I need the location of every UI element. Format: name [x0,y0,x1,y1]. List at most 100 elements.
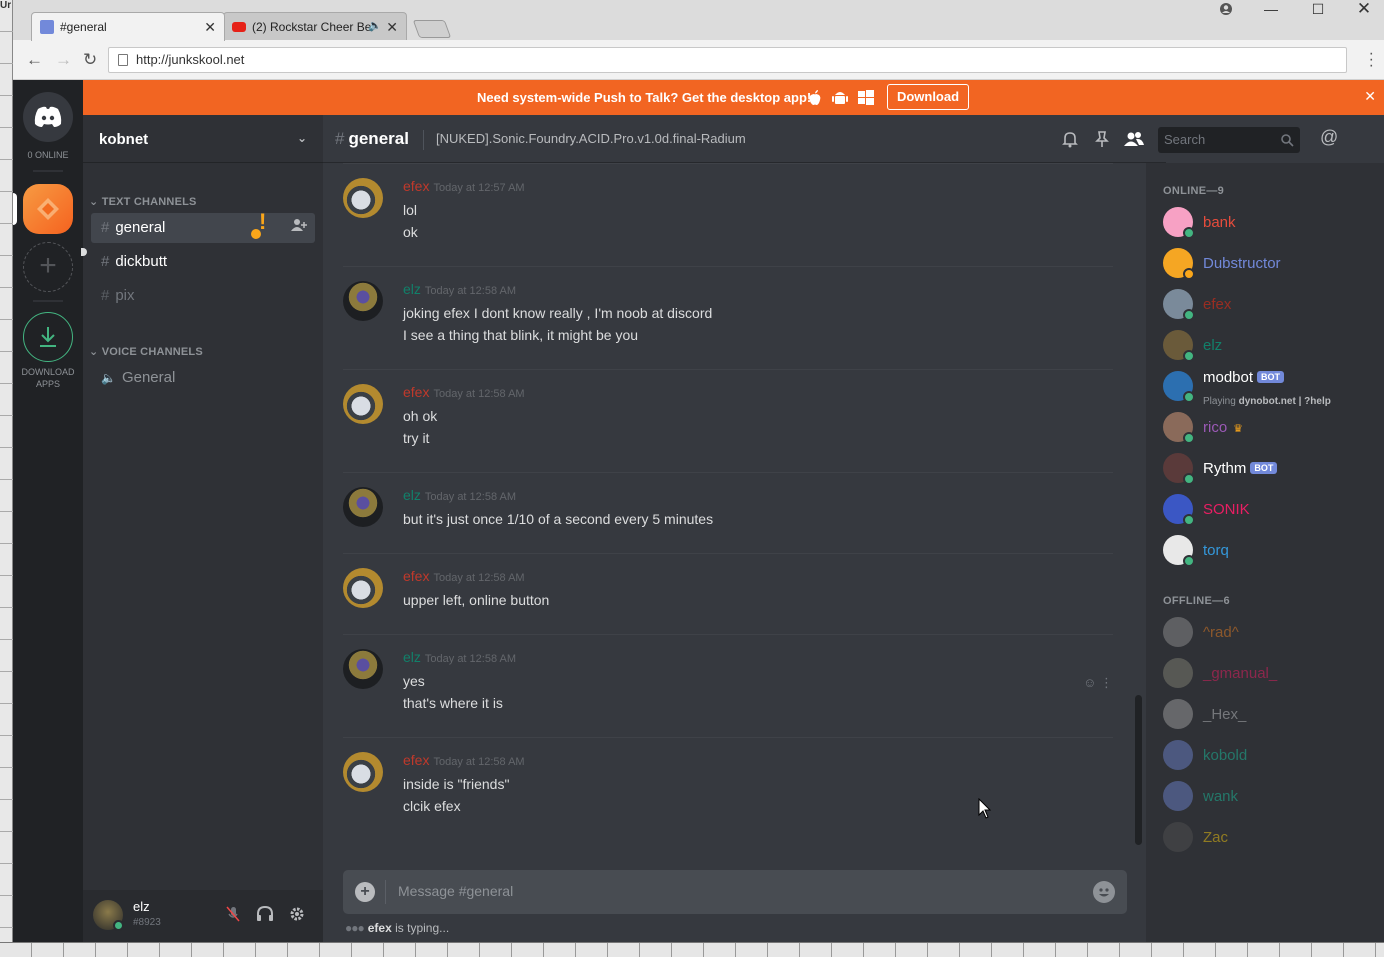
tab-general[interactable]: #general ✕ [31,12,225,41]
channel-dickbutt[interactable]: # dickbutt [91,247,315,277]
message-input[interactable]: Message #general [398,883,513,899]
status-online-icon [113,920,124,931]
member-item[interactable]: rico ♛ [1163,408,1373,448]
status-icon [1183,350,1195,362]
guild-sidebar: 0 ONLINE + DOWNLOAD APPS [13,80,83,942]
guild-separator [33,300,63,302]
minimize-button[interactable]: — [1257,0,1285,20]
android-icon[interactable] [831,89,849,107]
forward-button[interactable]: → [55,50,72,70]
server-header[interactable]: kobnet ⌄ [83,115,323,163]
channel-topic[interactable]: [NUKED].Sonic.Foundry.ACID.Pro.v1.0d.fin… [423,130,746,150]
message[interactable]: efex Today at 12:57 AM lol ok [343,163,1113,257]
member-item[interactable]: torq [1163,531,1373,571]
member-item[interactable]: efex [1163,285,1373,325]
scrollbar[interactable] [1135,695,1142,845]
desktop-left-edge [0,0,13,957]
message-author[interactable]: efex Today at 12:57 AM [403,178,525,194]
member-item[interactable]: Rythm BOT [1163,449,1373,489]
member-item[interactable]: SONIK [1163,490,1373,530]
avatar[interactable] [343,384,383,424]
channel-general[interactable]: # general ! [91,209,315,243]
bell-icon[interactable] [1060,129,1080,149]
banner-close-icon[interactable]: ✕ [1364,88,1376,105]
kobnet-guild-icon [37,198,59,220]
bot-badge: BOT [1250,462,1278,474]
message-text: yes [403,673,425,689]
member-item[interactable]: Dubstructor [1163,244,1373,284]
message-text: inside is "friends" [403,776,510,792]
member-item[interactable]: modbot BOT Playing dynobot.net | ?help [1163,367,1373,407]
avatar[interactable] [343,281,383,321]
download-apps-button[interactable] [23,312,73,362]
category-text-channels[interactable]: ⌄ TEXT CHANNELS [89,195,197,208]
window-close-button[interactable]: ✕ [1350,0,1378,20]
member-item[interactable]: ^rad^ [1163,613,1373,653]
chevron-down-icon[interactable]: ⌄ [297,131,307,145]
apple-icon[interactable] [806,89,824,107]
member-item[interactable]: elz [1163,326,1373,366]
message-author[interactable]: efex Today at 12:58 AM [403,384,525,400]
mute-icon[interactable] [223,904,243,924]
message[interactable]: elz Today at 12:58 AM joking efex I dont k… [343,266,1113,360]
member-item[interactable]: wank [1163,777,1373,817]
members-icon[interactable] [1122,129,1146,149]
mentions-icon[interactable]: @ [1320,127,1338,148]
reload-button[interactable]: ↻ [83,50,97,70]
create-invite-icon[interactable] [291,213,307,243]
message-author[interactable]: efex Today at 12:58 AM [403,568,525,584]
profile-icon[interactable] [1212,2,1240,22]
download-button[interactable]: Download [887,84,969,110]
home-button[interactable] [23,92,73,142]
online-count[interactable]: 0 ONLINE [13,150,83,160]
voice-channel-general[interactable]: 🔈 General [91,363,315,393]
avatar[interactable] [343,752,383,792]
address-bar[interactable]: http://junkskool.net [108,47,1347,73]
add-reaction-icon[interactable]: ☺ [1083,675,1096,690]
message-author[interactable]: elz Today at 12:58 AM [403,649,516,665]
headphones-icon[interactable] [255,904,275,924]
tab-youtube[interactable]: (2) Rockstar Cheer Be 🔈 ✕ [223,12,407,41]
message-actions[interactable]: ☺ ⋮ [1083,675,1113,691]
message[interactable]: efex Today at 12:58 AM oh ok try it [343,369,1113,463]
desktop-corner-text: Ur [0,0,12,11]
message[interactable]: elz Today at 12:58 AM but it's just once 1… [343,472,1113,544]
maximize-button[interactable]: ☐ [1304,0,1332,20]
member-item[interactable]: Zac [1163,818,1373,858]
add-server-button[interactable]: + [23,242,73,292]
message-timestamp: Today at 12:58 AM [424,491,517,503]
more-options-icon[interactable]: ⋮ [1100,675,1113,690]
member-item[interactable]: _Hex_ [1163,695,1373,735]
windows-icon[interactable] [857,89,875,107]
channel-pix[interactable]: # pix [91,281,315,311]
message[interactable]: elz Today at 12:58 AM yes that's where it i… [343,634,1113,728]
avatar[interactable] [343,487,383,527]
tab-strip: #general ✕ (2) Rockstar Cheer Be 🔈 ✕ — ☐… [13,0,1384,41]
message[interactable]: efex Today at 12:58 AM upper left, online … [343,553,1113,625]
tab-close-icon[interactable]: ✕ [204,19,216,36]
menu-icon[interactable]: · · · [1369,46,1374,74]
back-button[interactable]: ← [26,50,43,70]
message-author[interactable]: elz Today at 12:58 AM [403,281,516,297]
channel-label: general [115,219,166,236]
category-voice-channels[interactable]: ⌄ VOICE CHANNELS [89,345,203,358]
member-item[interactable]: kobold [1163,736,1373,776]
speaker-icon[interactable]: 🔈 [368,19,382,32]
search-input[interactable]: Search [1158,127,1300,153]
upload-button[interactable]: + [355,882,375,902]
guild-kobnet[interactable] [23,184,73,234]
message[interactable]: efex Today at 12:58 AM inside is "friends"… [343,737,1113,831]
avatar[interactable] [343,568,383,608]
message-author[interactable]: elz Today at 12:58 AM [403,487,516,503]
emoji-picker-icon[interactable] [1093,881,1115,903]
tab-close-icon[interactable]: ✕ [386,19,398,36]
message-author[interactable]: efex Today at 12:58 AM [403,752,525,768]
member-item[interactable]: bank [1163,203,1373,243]
avatar[interactable] [343,649,383,689]
new-tab-button[interactable] [412,20,452,38]
member-item[interactable]: _gmanual_ [1163,654,1373,694]
settings-gear-icon[interactable] [287,904,307,924]
avatar[interactable] [343,178,383,218]
message-text: upper left, online button [403,592,550,608]
pin-icon[interactable] [1092,129,1112,149]
